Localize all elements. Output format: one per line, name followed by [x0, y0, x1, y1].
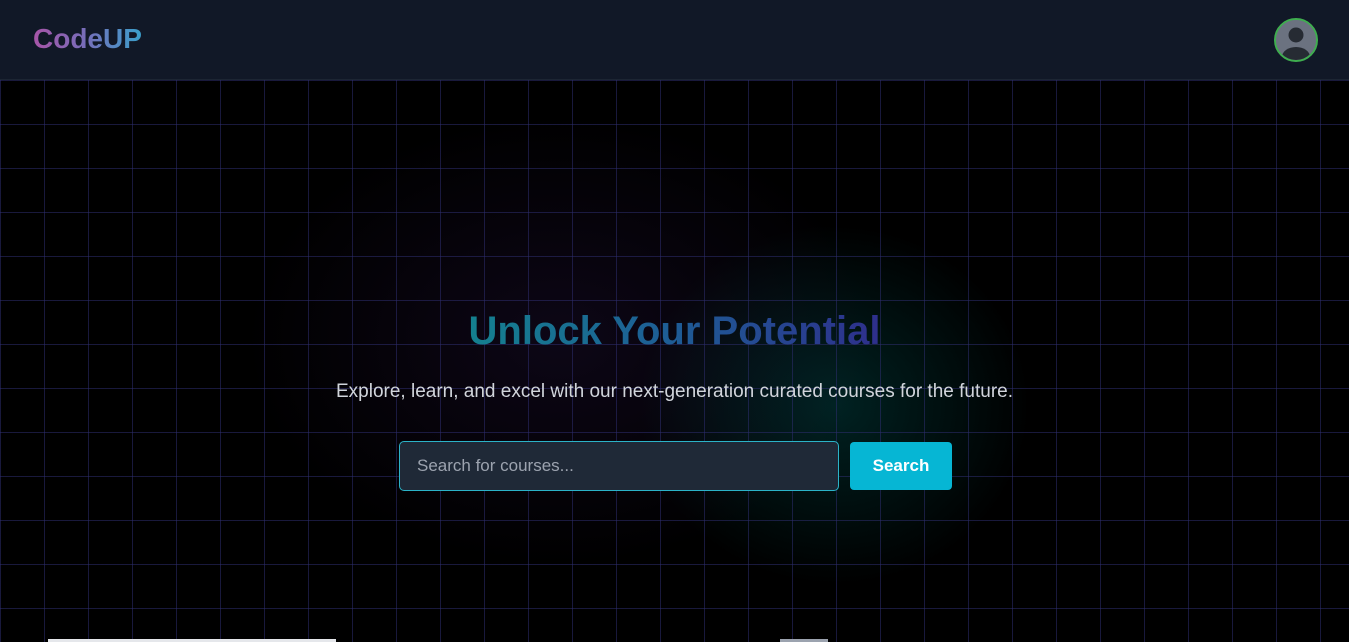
search-input[interactable] [399, 441, 839, 491]
hero-section: Unlock Your Potential Explore, learn, an… [0, 80, 1349, 642]
hero-grid-background [0, 80, 1349, 642]
hero-title: Unlock Your Potential [0, 306, 1349, 356]
brand-logo[interactable]: CodeUP [33, 21, 142, 57]
search-button[interactable]: Search [850, 442, 952, 490]
user-avatar-icon[interactable] [1274, 18, 1318, 62]
hero-title-text: Unlock Your Potential [468, 309, 881, 353]
user-silhouette-icon [1276, 20, 1316, 60]
hero-subtitle: Explore, learn, and excel with our next-… [336, 381, 1013, 402]
page: CodeUP Unlock Your Potential Explore, le… [0, 0, 1349, 642]
navbar: CodeUP [0, 0, 1349, 80]
